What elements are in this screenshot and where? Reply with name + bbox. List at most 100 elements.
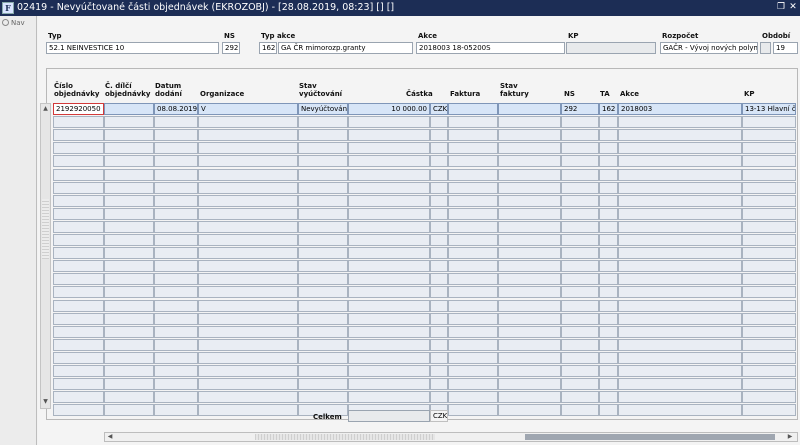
grid-cell[interactable]: [298, 391, 348, 404]
grid-cell[interactable]: [430, 207, 448, 220]
grid-cell[interactable]: [53, 168, 104, 181]
grid-cell[interactable]: [498, 404, 561, 417]
grid-cell[interactable]: [561, 142, 599, 155]
rozpocet-field[interactable]: GAČR - Vývoj nových polym: [660, 42, 758, 54]
grid-cell[interactable]: [154, 207, 198, 220]
grid-cell[interactable]: [742, 116, 796, 129]
grid-cell[interactable]: [198, 391, 298, 404]
akce-field[interactable]: 2018003 18-05200S: [416, 42, 565, 54]
grid-cell[interactable]: [498, 338, 561, 351]
grid-cell[interactable]: [104, 168, 154, 181]
grid-cell[interactable]: [618, 129, 742, 142]
grid-cell[interactable]: [599, 247, 618, 260]
grid-cell[interactable]: [53, 299, 104, 312]
grid-cell[interactable]: [104, 312, 154, 325]
grid-cell[interactable]: [53, 234, 104, 246]
grid-cell[interactable]: [198, 181, 298, 194]
grid-cell[interactable]: [430, 116, 448, 129]
grid-cell[interactable]: [198, 312, 298, 325]
close-icon[interactable]: ✕: [788, 2, 798, 13]
grid-cell[interactable]: [742, 168, 796, 181]
grid-cell[interactable]: [430, 391, 448, 404]
restore-icon[interactable]: ❐: [776, 2, 786, 13]
typ-akce-code-field[interactable]: 162: [259, 42, 277, 54]
grid-cell[interactable]: [198, 129, 298, 142]
cell-ns[interactable]: 292: [561, 103, 599, 115]
cell-organizace[interactable]: V: [198, 103, 298, 115]
grid-cell[interactable]: [448, 220, 498, 233]
grid-cell[interactable]: [430, 194, 448, 207]
grid-cell[interactable]: [561, 312, 599, 325]
grid-cell[interactable]: [430, 378, 448, 391]
grid-cell[interactable]: [561, 404, 599, 417]
grid-cell[interactable]: [618, 378, 742, 391]
grid-cell[interactable]: [618, 312, 742, 325]
grid-cell[interactable]: [154, 325, 198, 338]
grid-cell[interactable]: [53, 207, 104, 220]
nav-button[interactable]: Nav: [2, 19, 25, 27]
grid-cell[interactable]: [742, 247, 796, 260]
grid-cell[interactable]: [198, 207, 298, 220]
grid-cell[interactable]: [498, 155, 561, 168]
grid-cell[interactable]: [448, 247, 498, 260]
grid-cell[interactable]: [561, 168, 599, 181]
grid-cell[interactable]: [198, 142, 298, 155]
grid-cell[interactable]: [198, 155, 298, 168]
scroll-down-icon[interactable]: ▼: [41, 397, 50, 407]
grid-cell[interactable]: [561, 247, 599, 260]
grid-cell[interactable]: [104, 220, 154, 233]
grid-cell[interactable]: [430, 247, 448, 260]
grid-cell[interactable]: [599, 338, 618, 351]
grid-cell[interactable]: [618, 142, 742, 155]
grid-cell[interactable]: [448, 299, 498, 312]
grid-cell[interactable]: [154, 286, 198, 299]
grid-cell[interactable]: [498, 312, 561, 325]
grid-cell[interactable]: [298, 351, 348, 364]
grid-cell[interactable]: [618, 365, 742, 377]
grid-cell[interactable]: [348, 181, 430, 194]
grid-cell[interactable]: [198, 234, 298, 246]
grid-cell[interactable]: [104, 181, 154, 194]
grid-cell[interactable]: [498, 207, 561, 220]
grid-cell[interactable]: [561, 194, 599, 207]
grid-cell[interactable]: [599, 391, 618, 404]
cell-cislo[interactable]: 2192920050: [53, 103, 104, 115]
grid-cell[interactable]: [348, 260, 430, 273]
grid-cell[interactable]: [742, 273, 796, 286]
grid-cell[interactable]: [348, 378, 430, 391]
grid-cell[interactable]: [742, 129, 796, 142]
grid-cell[interactable]: [448, 286, 498, 299]
grid-cell[interactable]: [348, 299, 430, 312]
grid-cell[interactable]: [498, 365, 561, 377]
grid-cell[interactable]: [53, 325, 104, 338]
grid-cell[interactable]: [448, 234, 498, 246]
grid-cell[interactable]: [298, 129, 348, 142]
grid-cell[interactable]: [154, 312, 198, 325]
grid-cell[interactable]: [448, 365, 498, 377]
grid-cell[interactable]: [348, 312, 430, 325]
grid-cell[interactable]: [448, 338, 498, 351]
grid-cell[interactable]: [561, 325, 599, 338]
grid-cell[interactable]: [53, 286, 104, 299]
grid-cell[interactable]: [498, 220, 561, 233]
grid-cell[interactable]: [348, 286, 430, 299]
grid-cell[interactable]: [198, 220, 298, 233]
grid-cell[interactable]: [348, 220, 430, 233]
grid-cell[interactable]: [104, 378, 154, 391]
grid-cell[interactable]: [198, 260, 298, 273]
grid-cell[interactable]: [298, 234, 348, 246]
grid-cell[interactable]: [561, 351, 599, 364]
grid-cell[interactable]: [430, 312, 448, 325]
grid-cell[interactable]: [498, 234, 561, 246]
grid-cell[interactable]: [599, 181, 618, 194]
grid-cell[interactable]: [298, 325, 348, 338]
grid-cell[interactable]: [298, 207, 348, 220]
grid-cell[interactable]: [154, 404, 198, 417]
grid-cell[interactable]: [104, 194, 154, 207]
grid-cell[interactable]: [599, 129, 618, 142]
grid-cell[interactable]: [154, 260, 198, 273]
grid-cell[interactable]: [498, 129, 561, 142]
grid-cell[interactable]: [348, 194, 430, 207]
typ-field[interactable]: 52.1 NEINVESTICE 10: [46, 42, 219, 54]
grid-cell[interactable]: [104, 234, 154, 246]
